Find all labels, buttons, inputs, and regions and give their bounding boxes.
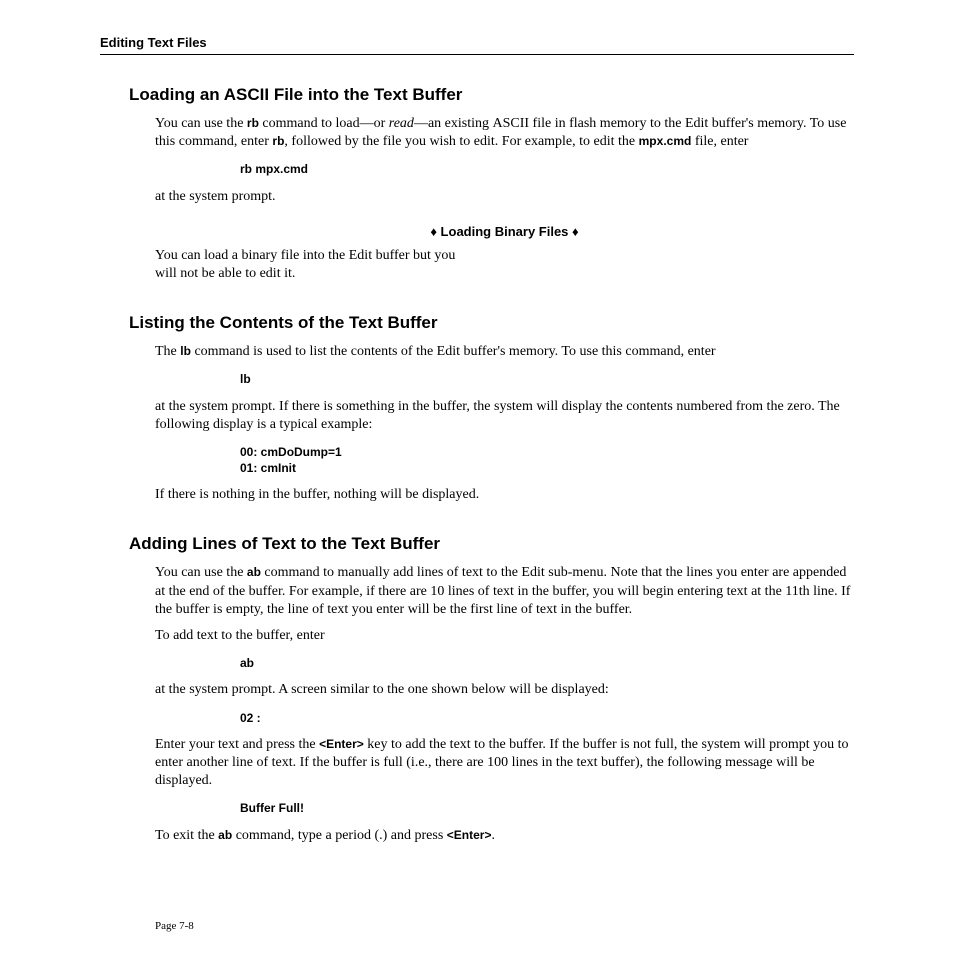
heading-adding-lines: Adding Lines of Text to the Text Buffer: [129, 534, 854, 554]
small-caps: ASCII: [492, 116, 529, 131]
note-body: You can load a binary file into the Edit…: [155, 247, 465, 283]
inline-command: ab: [247, 565, 261, 579]
running-header: Editing Text Files: [100, 35, 854, 50]
text: Enter your text and press the: [155, 737, 319, 752]
s2-paragraph-2: at the system prompt. If there is someth…: [155, 398, 854, 434]
text: .: [492, 828, 496, 843]
s2-paragraph-3: If there is nothing in the buffer, nothi…: [155, 486, 854, 504]
s2-paragraph-1: The lb command is used to list the conte…: [155, 343, 854, 361]
inline-command: ab: [218, 828, 232, 842]
code-block: lb: [240, 371, 854, 387]
heading-listing-contents: Listing the Contents of the Text Buffer: [129, 313, 854, 333]
s3-paragraph-4: Enter your text and press the <Enter> ke…: [155, 736, 854, 791]
code-line: 01: cmInit: [240, 461, 296, 475]
page-content: Editing Text Files Loading an ASCII File…: [0, 0, 954, 883]
inline-command: rb: [272, 134, 284, 148]
text: command is used to list the contents of …: [191, 344, 716, 359]
s3-paragraph-1: You can use the ab command to manually a…: [155, 564, 854, 619]
s1-paragraph-2: at the system prompt.: [155, 188, 854, 206]
text: , followed by the file you wish to edit.…: [284, 134, 638, 149]
code-block: 02 :: [240, 710, 854, 726]
code-block: 00: cmDoDump=1 01: cmInit: [240, 444, 854, 476]
inline-command: lb: [180, 344, 191, 358]
s3-paragraph-5: To exit the ab command, type a period (.…: [155, 827, 854, 845]
s3-paragraph-3: at the system prompt. A screen similar t…: [155, 681, 854, 699]
heading-loading-ascii: Loading an ASCII File into the Text Buff…: [129, 85, 854, 105]
text: command, type a period (.) and press: [232, 828, 447, 843]
code-block: Buffer Full!: [240, 800, 854, 816]
s3-paragraph-2: To add text to the buffer, enter: [155, 627, 854, 645]
page-number: Page 7-8: [155, 920, 194, 932]
text: You can use the: [155, 116, 247, 131]
inline-command: mpx.cmd: [639, 134, 692, 148]
s1-paragraph-1: You can use the rb command to load—or re…: [155, 115, 854, 151]
text: —an existing: [414, 116, 493, 131]
inline-key: <Enter>: [319, 737, 364, 751]
text: file, enter: [691, 134, 748, 149]
inline-key: <Enter>: [447, 828, 492, 842]
code-line: 00: cmDoDump=1: [240, 445, 342, 459]
code-block: ab: [240, 655, 854, 671]
text: You can use the: [155, 565, 247, 580]
italic-text: read: [389, 116, 414, 131]
text: To exit the: [155, 828, 218, 843]
text: command to load—or: [259, 116, 389, 131]
text: The: [155, 344, 180, 359]
header-rule: [100, 54, 854, 55]
note-heading: ♦ Loading Binary Files ♦: [155, 224, 854, 239]
inline-command: rb: [247, 116, 259, 130]
code-block: rb mpx.cmd: [240, 161, 854, 177]
